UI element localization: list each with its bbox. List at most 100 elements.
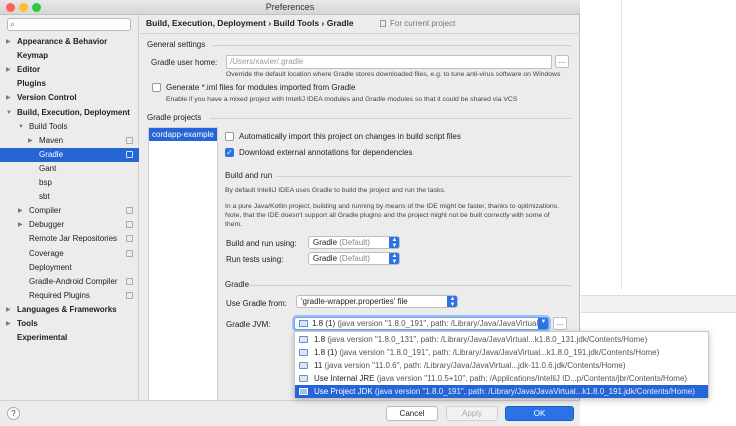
run-tests-using-select[interactable]: Gradle (Default) ▲ ▼ — [308, 252, 400, 265]
settings-search-input[interactable]: ⌕ — [7, 18, 131, 31]
sidebar-item[interactable]: ▶ Tools — [0, 317, 139, 331]
sidebar-item[interactable]: sbt — [0, 190, 139, 204]
jvm-option[interactable]: 1.8 (java version "1.8.0_131", path: /Li… — [295, 333, 708, 346]
sidebar-item[interactable]: ▶ Maven — [0, 134, 139, 148]
project-settings-icon — [126, 235, 133, 243]
jvm-option-name: Use Internal JRE — [314, 374, 375, 383]
cancel-button[interactable]: Cancel — [386, 406, 438, 421]
window-title: Preferences — [265, 2, 315, 12]
project-settings-icon — [126, 291, 133, 299]
sidebar-item-label: Languages & Frameworks — [17, 304, 117, 314]
sidebar-item-label: Plugins — [17, 79, 46, 89]
browse-home-button[interactable]: ... — [555, 55, 569, 68]
sidebar-item[interactable]: Required Plugins — [0, 289, 139, 303]
chevron-down-icon[interactable]: ▼ — [18, 120, 24, 134]
chevron-right-icon[interactable]: ▶ — [6, 63, 11, 77]
sidebar-item-label: Debugger — [29, 220, 65, 230]
sidebar-item[interactable]: Keymap — [0, 49, 139, 63]
project-settings-icon — [126, 150, 133, 158]
settings-sidebar: ⌕ ▶ Appearance & Behavior Keymap ▶ Editor Plu… — [0, 15, 139, 400]
sidebar-item[interactable]: ▼ Build Tools — [0, 120, 139, 134]
build-run-note-line3: them. — [225, 221, 242, 228]
sidebar-item-label: Maven — [39, 135, 64, 145]
chevron-right-icon[interactable]: ▶ — [6, 303, 11, 317]
jvm-option[interactable]: Use Project JDK (java version "1.8.0_191… — [295, 385, 708, 398]
sidebar-item-label: Build, Execution, Deployment — [17, 107, 130, 117]
generate-iml-hint: Enable if you have a mixed project with … — [166, 96, 518, 103]
sidebar-item[interactable]: Plugins — [0, 77, 139, 91]
project-settings-icon — [126, 207, 133, 215]
build-run-hint: By default IntelliJ IDEA uses Gradle to … — [225, 187, 446, 194]
jvm-option-text: 1.8 (1) (java version "1.8.0_191", path:… — [314, 346, 659, 359]
sidebar-item[interactable]: Gradle — [0, 147, 139, 162]
apply-button[interactable]: Apply — [446, 406, 498, 421]
build-run-using-select[interactable]: Gradle (Default) ▲ ▼ — [308, 236, 400, 249]
use-gradle-from-select[interactable]: 'gradle-wrapper.properties' file ▲ ▼ — [296, 295, 458, 308]
gradle-projects-title: Gradle projects — [147, 113, 202, 122]
sidebar-item[interactable]: ▶ Version Control — [0, 91, 139, 105]
gradle-home-field[interactable]: /Users/xavier/.gradle — [226, 55, 552, 69]
jvm-option[interactable]: 1.8 (1) (java version "1.8.0_191", path:… — [295, 346, 708, 359]
browse-jvm-button[interactable]: ... — [553, 317, 567, 330]
java-folder-icon — [299, 388, 308, 395]
select-value: 'gradle-wrapper.properties' file — [301, 297, 408, 306]
jvm-option-text: Use Internal JRE (java version "11.0.5+1… — [314, 372, 687, 385]
chevron-down-icon[interactable]: ▼ — [6, 106, 12, 120]
sidebar-item[interactable]: ▶ Appearance & Behavior — [0, 35, 139, 49]
sidebar-item-label: bsp — [39, 178, 52, 187]
sidebar-item[interactable]: Gradle-Android Compiler — [0, 275, 139, 289]
sidebar-item[interactable]: ▼ Build, Execution, Deployment — [0, 106, 139, 120]
project-settings-icon — [126, 249, 133, 257]
chevron-right-icon[interactable]: ▶ — [18, 204, 23, 218]
divider — [250, 285, 572, 286]
sidebar-item[interactable]: Remote Jar Repositories — [0, 232, 139, 246]
chevron-down-icon: ▼ — [538, 318, 548, 329]
chevron-right-icon[interactable]: ▶ — [28, 134, 33, 148]
chevron-right-icon[interactable]: ▶ — [6, 35, 11, 49]
sidebar-item-label: Compiler — [29, 206, 62, 216]
download-annotations-checkbox[interactable]: ✓ — [225, 148, 234, 157]
sidebar-item[interactable]: ▶ Debugger — [0, 218, 139, 232]
sidebar-item-label: Build Tools — [29, 121, 68, 131]
minimize-window-icon[interactable] — [19, 3, 28, 12]
sidebar-item[interactable]: Experimental — [0, 331, 139, 345]
java-folder-icon — [299, 320, 308, 327]
java-folder-icon — [299, 336, 308, 343]
chevron-right-icon[interactable]: ▶ — [18, 218, 23, 232]
project-settings-icon — [126, 277, 133, 285]
list-item[interactable]: cordapp-example — [149, 128, 217, 141]
gradle-home-label: Gradle user home: — [151, 58, 218, 67]
zoom-window-icon[interactable] — [32, 3, 41, 12]
sidebar-item[interactable]: bsp — [0, 176, 139, 190]
jvm-option[interactable]: 11 (java version "11.0.6", path: /Librar… — [295, 359, 708, 372]
auto-import-checkbox[interactable] — [225, 132, 234, 141]
gradle-jvm-select[interactable]: 1.8 (1) (java version "1.8.0_191", path:… — [294, 317, 549, 330]
build-run-note-line2: Note, that the IDE doesn't support all G… — [225, 212, 550, 219]
build-run-using-label: Build and run using: — [226, 239, 297, 248]
sidebar-item[interactable]: Coverage — [0, 247, 139, 261]
chevron-right-icon[interactable]: ▶ — [6, 317, 11, 331]
project-scope-note: For current project — [380, 19, 455, 28]
sidebar-item-label: Gradle-Android Compiler — [29, 276, 118, 286]
build-run-title: Build and run — [225, 171, 273, 180]
sidebar-item[interactable]: Deployment — [0, 261, 139, 275]
sidebar-item[interactable]: ▶ Languages & Frameworks — [0, 303, 139, 317]
download-annotations-label: Download external annotations for depend… — [239, 148, 413, 157]
sidebar-item-label: sbt — [39, 192, 50, 202]
sidebar-item-label: Deployment — [29, 262, 72, 272]
java-folder-icon — [299, 349, 308, 356]
divider — [276, 176, 572, 177]
chevron-right-icon[interactable]: ▶ — [6, 91, 11, 105]
sidebar-item[interactable]: ▶ Compiler — [0, 204, 139, 218]
ok-button[interactable]: OK — [505, 406, 574, 421]
sidebar-item[interactable]: ▶ Editor — [0, 63, 139, 77]
jvm-option[interactable]: Use Internal JRE (java version "11.0.5+1… — [295, 372, 708, 385]
divider — [210, 118, 572, 119]
help-button[interactable]: ? — [7, 407, 20, 420]
jvm-option-detail: (java version "1.8.0_191", path: /Librar… — [374, 387, 695, 396]
jvm-option-text: 11 (java version "11.0.6", path: /Librar… — [314, 359, 625, 372]
close-window-icon[interactable] — [6, 3, 15, 12]
sidebar-item[interactable]: Gant — [0, 162, 139, 176]
generate-iml-checkbox[interactable] — [152, 83, 161, 92]
general-settings-title: General settings — [147, 40, 206, 49]
